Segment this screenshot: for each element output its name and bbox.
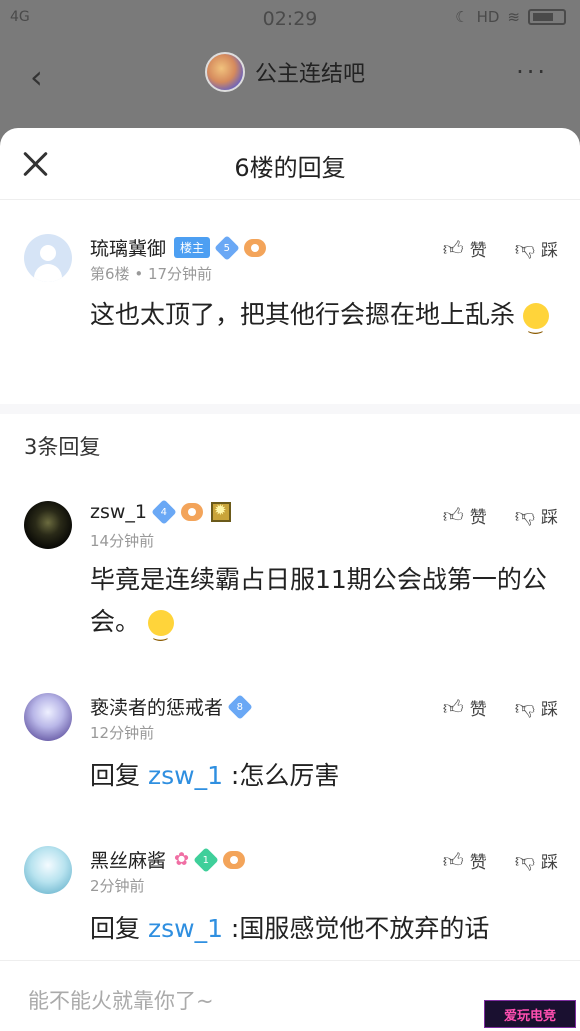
forum-name: 公主连结吧 <box>255 62 366 87</box>
gamepad-icon <box>244 238 267 257</box>
level-badge-icon: 1 <box>193 846 219 873</box>
gamepad-icon <box>181 503 203 521</box>
reply-user-row: 亵渎者的惩戒者 8 <box>90 693 253 720</box>
avatar[interactable] <box>24 693 72 741</box>
like-button[interactable]: 👍︎ 赞 <box>443 848 487 873</box>
host-badge: 楼主 <box>174 237 211 258</box>
hug-emoji-icon <box>147 610 174 653</box>
reply-time: 14分钟前 <box>90 532 155 550</box>
post-time: 17分钟前 <box>147 265 213 283</box>
forum-avatar <box>205 52 245 92</box>
dislike-button[interactable]: 👎︎ 踩 <box>515 695 558 720</box>
reply-actions: 👍︎ 赞 👎︎ 踩 <box>443 848 558 873</box>
reply-content: 毕竟是连续霸占日服11期公会战第一的公会。 <box>90 559 560 653</box>
status-bar: 4G 02:29 ☾ HD ≋ <box>0 0 580 40</box>
forum-title[interactable]: 公主连结吧 <box>205 52 365 92</box>
flower-icon: ✿ <box>174 849 190 870</box>
status-icons: ☾ HD ≋ <box>455 8 566 26</box>
like-button[interactable]: 👍︎ 赞 <box>443 236 487 261</box>
forum-top-bar: ‹ 公主连结吧 ··· <box>0 40 580 110</box>
thumbs-up-icon: 👍︎ <box>442 848 464 872</box>
main-post-user-row: 琉璃冀御 楼主 5 <box>90 234 267 261</box>
medal-icon <box>211 501 231 522</box>
post-actions: 👍︎ 赞 👎︎ 踩 <box>443 236 558 261</box>
watermark-logo: 爱玩电竞 <box>484 1000 576 1028</box>
avatar[interactable] <box>24 501 72 549</box>
moon-icon: ☾ <box>455 8 469 26</box>
mention-link[interactable]: zsw_1 <box>148 914 223 943</box>
reply-user-row: 黑丝麻酱 ✿ 1 <box>90 846 246 873</box>
hd-label: HD <box>476 8 500 26</box>
thumbs-up-icon: 👍︎ <box>442 503 464 527</box>
level-badge-icon: 8 <box>227 693 253 720</box>
gamepad-icon <box>223 850 246 869</box>
thumbs-up-icon: 👍︎ <box>442 236 464 260</box>
post-content: 这也太顶了，把其他行会摁在地上乱杀 <box>90 294 560 346</box>
username[interactable]: 亵渎者的惩戒者 <box>90 693 223 720</box>
username[interactable]: 黑丝麻酱 <box>90 846 166 873</box>
chevron-left-icon[interactable]: ‹ <box>30 58 43 96</box>
wifi-icon: ≋ <box>507 8 520 26</box>
reply-count: 3条回复 <box>24 435 101 459</box>
avatar[interactable] <box>24 846 72 894</box>
username[interactable]: zsw_1 <box>90 501 147 523</box>
reply-user-row: zsw_1 4 <box>90 499 231 525</box>
dislike-button[interactable]: 👎︎ 踩 <box>515 848 558 873</box>
floor-label: 第6楼 <box>90 265 130 283</box>
reply-time: 2分钟前 <box>90 877 145 895</box>
sheet-header: 6楼的回复 <box>0 128 580 200</box>
post-meta: 第6楼 • 17分钟前 <box>90 265 213 283</box>
battery-icon <box>528 9 566 25</box>
like-button[interactable]: 👍︎ 赞 <box>443 503 487 528</box>
smile-emoji-icon <box>522 303 549 346</box>
dislike-button[interactable]: 👎︎ 踩 <box>515 503 558 528</box>
reply-time: 12分钟前 <box>90 724 155 742</box>
username[interactable]: 琉璃冀御 <box>90 234 166 261</box>
mention-link[interactable]: zsw_1 <box>148 761 223 790</box>
reply-actions: 👍︎ 赞 👎︎ 踩 <box>443 695 558 720</box>
more-icon[interactable]: ··· <box>516 58 548 86</box>
reply-actions: 👍︎ 赞 👎︎ 踩 <box>443 503 558 528</box>
thumbs-up-icon: 👍︎ <box>442 695 464 719</box>
thumbs-down-icon: 👎︎ <box>514 695 535 719</box>
level-badge-icon: 5 <box>214 234 240 261</box>
level-badge-icon: 4 <box>151 499 177 525</box>
thumbs-down-icon: 👎︎ <box>514 848 535 872</box>
section-divider <box>0 404 580 414</box>
reply-content: 回复 zsw_1 :国服感觉他不放弃的话 <box>90 914 490 943</box>
sheet-title: 6楼的回复 <box>234 154 346 182</box>
thumbs-down-icon: 👎︎ <box>514 236 535 260</box>
like-button[interactable]: 👍︎ 赞 <box>443 695 487 720</box>
dislike-button[interactable]: 👎︎ 踩 <box>515 236 558 261</box>
avatar[interactable] <box>24 234 72 282</box>
reply-input-placeholder[interactable]: 能不能火就靠你了~ <box>28 985 214 1015</box>
reply-sheet: 6楼的回复 琉璃冀御 楼主 5 第6楼 • 17分钟前 👍︎ 赞 👎︎ 踩 这也太顶… <box>0 128 580 1031</box>
reply-content: 回复 zsw_1 :怎么厉害 <box>90 761 340 790</box>
thumbs-down-icon: 👎︎ <box>514 503 535 527</box>
